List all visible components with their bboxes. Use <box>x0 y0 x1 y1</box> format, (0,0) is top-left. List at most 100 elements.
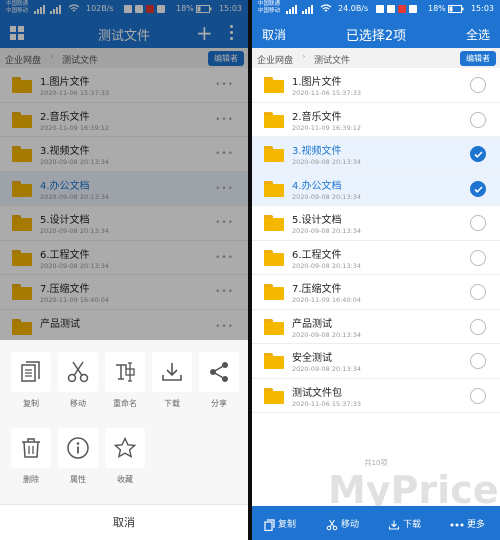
signal-icon <box>286 5 298 14</box>
signal-icon <box>302 5 314 14</box>
cancel-button[interactable]: 取消 <box>0 504 248 540</box>
breadcrumb-root[interactable]: 企业网盘 <box>257 53 293 66</box>
action-label: 复制 <box>23 399 39 408</box>
left-phone-screen: 中国联通 中国移动 102B/s 18% 15:03 测试文件 + 企业网盘 ›… <box>0 0 248 540</box>
move-action[interactable]: 移动 <box>57 352 99 409</box>
scissors-icon <box>326 519 338 530</box>
file-name: 5.设计文档 <box>292 215 342 226</box>
download-icon <box>162 363 182 381</box>
scissors-icon <box>67 361 89 383</box>
select-checkbox[interactable] <box>470 215 486 231</box>
file-date: 2020-11-09 16:40:04 <box>292 296 362 304</box>
action-label: 分享 <box>211 399 227 408</box>
file-row[interactable]: 5.设计文档 2020-09-08 20:13:34 <box>252 206 500 241</box>
move-label: 移动 <box>341 520 360 530</box>
trash-icon <box>22 438 40 458</box>
file-name: 安全测试 <box>292 353 332 364</box>
select-checkbox[interactable] <box>470 77 486 93</box>
file-name: 产品测试 <box>292 318 332 330</box>
select-checkbox[interactable] <box>470 318 486 335</box>
more-label: 更多 <box>467 520 486 530</box>
delete-action[interactable]: 删除 <box>10 428 52 485</box>
file-row[interactable]: 测试文件包 2020-11-06 15:37:33 <box>252 378 500 413</box>
folder-icon <box>264 249 284 266</box>
file-name: 2.音乐文件 <box>292 111 342 123</box>
carrier-1: 中国联通 <box>258 1 281 7</box>
right-phone-screen: 中国联通 中国移动 24.0B/s 18% 15:03 取消 已选择2项 全选 … <box>252 0 500 540</box>
file-date: 2020-11-09 16:39:12 <box>292 123 362 132</box>
download-action[interactable]: 下载 <box>151 352 193 409</box>
file-row[interactable]: 3.视频文件 2020-09-08 20:13:34 <box>252 137 500 172</box>
favorite-action[interactable]: 收藏 <box>104 428 146 485</box>
file-date: 2020-09-08 20:13:34 <box>292 227 362 235</box>
file-name: 1.图片文件 <box>292 77 342 88</box>
bottom-action-bar: 复制 移动 下载 更多 <box>252 506 500 540</box>
select-checkbox[interactable] <box>470 387 486 404</box>
status-icons <box>376 4 424 16</box>
file-row[interactable]: 安全测试 2020-09-08 20:13:34 <box>252 344 500 379</box>
breadcrumb-current[interactable]: 测试文件 <box>314 53 350 66</box>
copy-button[interactable]: 复制 <box>264 517 296 531</box>
select-checkbox[interactable] <box>470 180 486 197</box>
move-button[interactable]: 移动 <box>326 517 359 531</box>
file-name: 6.工程文件 <box>292 249 342 261</box>
file-row[interactable]: 4.办公文档 2020-09-08 20:13:34 <box>252 171 500 206</box>
select-checkbox[interactable] <box>470 284 486 300</box>
clock: 15:03 <box>470 4 494 13</box>
file-row[interactable]: 7.压缩文件 2020-11-09 16:40:04 <box>252 275 500 310</box>
properties-action[interactable]: 属性 <box>57 428 99 485</box>
folder-icon <box>264 180 284 197</box>
modal-backdrop[interactable] <box>0 0 248 340</box>
title-bar: 取消 已选择2项 全选 <box>252 18 500 48</box>
info-icon <box>67 437 89 459</box>
folder-icon <box>264 215 284 231</box>
file-name: 4.办公文档 <box>292 180 342 192</box>
download-icon <box>388 520 400 530</box>
action-sheet: 复制 移动 重命名 下载 分享 删除 属性 收藏 取消 <box>0 340 248 540</box>
file-date: 2020-09-08 20:13:34 <box>292 192 362 201</box>
action-label: 下载 <box>164 399 180 408</box>
select-checkbox[interactable] <box>470 146 486 162</box>
select-checkbox[interactable] <box>470 249 486 266</box>
selection-title: 已选择2项 <box>345 29 407 44</box>
copy-icon <box>21 361 40 382</box>
carrier-labels: 中国联通 中国移动 <box>258 1 280 15</box>
item-count: 共10项 <box>364 459 388 467</box>
more-horiz-icon <box>450 523 464 526</box>
rename-icon <box>116 362 135 382</box>
breadcrumb: 企业网盘 › 测试文件 编辑者 <box>252 48 500 68</box>
rename-action[interactable]: 重命名 <box>104 352 146 409</box>
file-row[interactable]: 产品测试 2020-09-08 20:13:34 <box>252 309 500 344</box>
folder-icon <box>264 353 284 369</box>
file-list: 1.图片文件 2020-11-06 15:37:33 2.音乐文件 2020-1… <box>252 68 500 413</box>
copy-action[interactable]: 复制 <box>10 352 52 409</box>
status-bar: 中国联通 中国移动 24.0B/s 18% 15:03 <box>252 0 500 18</box>
folder-icon <box>264 318 284 335</box>
more-button[interactable]: 更多 <box>450 517 485 530</box>
copy-label: 复制 <box>278 520 297 530</box>
download-label: 下载 <box>403 520 422 530</box>
folder-icon <box>264 387 284 404</box>
file-name: 3.视频文件 <box>292 146 342 157</box>
copy-icon <box>264 518 275 531</box>
net-speed: 24.0B/s <box>338 4 369 13</box>
select-all-button[interactable]: 全选 <box>466 26 490 43</box>
action-label: 收藏 <box>117 475 133 484</box>
share-action[interactable]: 分享 <box>198 352 240 409</box>
folder-icon <box>264 111 284 128</box>
select-checkbox[interactable] <box>470 111 486 128</box>
breadcrumb-separator: › <box>302 52 306 62</box>
star-icon <box>113 436 137 458</box>
file-date: 2020-11-06 15:37:33 <box>292 399 362 408</box>
select-checkbox[interactable] <box>470 353 486 369</box>
check-icon <box>474 185 483 193</box>
file-date: 2020-09-08 20:13:34 <box>292 365 362 373</box>
battery-icon <box>448 5 464 15</box>
battery-level: 18% <box>428 4 446 13</box>
file-row[interactable]: 6.工程文件 2020-09-08 20:13:34 <box>252 240 500 275</box>
file-name: 7.压缩文件 <box>292 284 342 295</box>
file-row[interactable]: 1.图片文件 2020-11-06 15:37:33 <box>252 68 500 103</box>
download-button[interactable]: 下载 <box>388 517 421 531</box>
folder-icon <box>264 77 284 93</box>
file-row[interactable]: 2.音乐文件 2020-11-09 16:39:12 <box>252 102 500 137</box>
